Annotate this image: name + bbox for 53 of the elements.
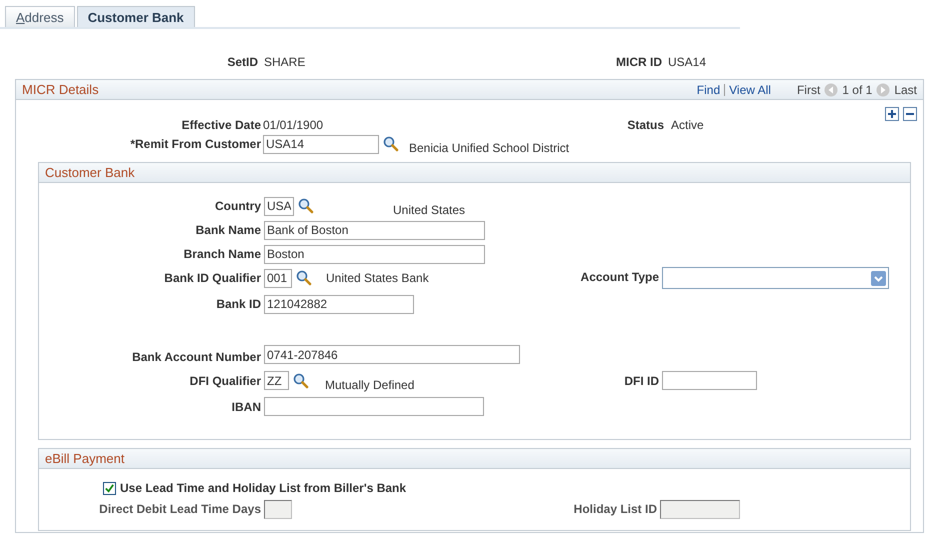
section-title: Customer Bank <box>45 165 135 180</box>
field-label: IBAN <box>230 400 261 414</box>
checkbox-label: Use Lead Time and Holiday List from Biller's Bank <box>120 481 406 495</box>
input-field[interactable] <box>662 371 757 390</box>
field-label: SetID <box>226 55 258 69</box>
field-label: Account Type <box>580 270 659 284</box>
view-all-link[interactable]: View All <box>729 82 771 96</box>
search-icon[interactable] <box>293 372 309 388</box>
field-label: Branch Name <box>182 247 261 261</box>
input-field[interactable]: ZZ <box>264 371 289 390</box>
field-label: Holiday List ID <box>572 502 657 516</box>
input-field[interactable] <box>264 397 484 416</box>
first-label: First <box>796 82 820 96</box>
tab[interactable]: Address <box>5 6 75 27</box>
field-label: *Remit From Customer <box>129 137 261 151</box>
search-icon[interactable] <box>296 270 312 286</box>
row-counter: 1 of 1 <box>842 82 872 96</box>
input-field[interactable]: 001 <box>264 268 292 288</box>
section-title: MICR Details <box>22 82 99 97</box>
field-description: Mutually Defined <box>325 378 414 392</box>
field-value: Active <box>671 118 704 132</box>
field-description: Benicia Unified School District <box>409 141 570 155</box>
field-label: DFI Qualifier <box>188 374 261 388</box>
section-title: eBill Payment <box>45 451 124 466</box>
field-value: USA14 <box>668 55 706 69</box>
tab[interactable]: Customer Bank <box>76 6 195 27</box>
field-description: United States <box>393 203 466 217</box>
field-label: Bank Name <box>194 223 261 237</box>
field-label: Bank ID <box>215 297 261 311</box>
field-label: Bank ID Qualifier <box>163 271 261 285</box>
field-label: MICR ID <box>615 55 662 69</box>
field-label: DFI ID <box>623 374 659 388</box>
account-type-dropdown[interactable] <box>662 267 889 289</box>
input-field[interactable]: 121042882 <box>264 294 414 314</box>
field-label: Country <box>214 199 261 213</box>
field-label: Direct Debit Lead Time Days <box>98 502 261 516</box>
field-label: Bank Account Number <box>131 350 261 364</box>
find-link[interactable]: Find <box>696 82 720 96</box>
input-field[interactable]: Bank of Boston <box>264 220 485 240</box>
field-label: Status <box>626 118 664 132</box>
field-label: Effective Date <box>180 118 261 132</box>
search-icon[interactable] <box>383 136 399 152</box>
search-icon[interactable] <box>298 198 314 214</box>
input-field[interactable]: Boston <box>264 244 485 264</box>
add-row-icon[interactable] <box>885 107 899 121</box>
last-label: Last <box>894 82 917 96</box>
delete-row-icon[interactable] <box>903 107 917 121</box>
checkbox[interactable] <box>103 482 116 494</box>
field-value: SHARE <box>264 55 306 69</box>
input-field[interactable]: 0741-207846 <box>264 345 520 364</box>
input-field[interactable]: USA14 <box>263 134 379 154</box>
field-value: 01/01/1900 <box>263 118 324 132</box>
field-description: United States Bank <box>326 271 429 285</box>
